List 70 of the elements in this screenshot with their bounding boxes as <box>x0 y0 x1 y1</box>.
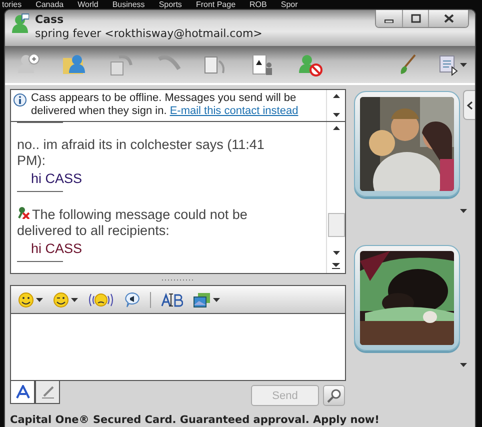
contact-status-icon <box>11 13 29 33</box>
scroll-down-icon <box>332 113 340 117</box>
message-text: hi CASS <box>30 171 84 187</box>
scroll-up-icon <box>332 126 340 130</box>
letter-a-icon <box>16 385 30 399</box>
delivery-error-notice: The following message could not be delivered to all recipients: <box>17 206 248 239</box>
failed-delivery-icon <box>17 206 30 219</box>
paintbrush-icon <box>399 52 417 77</box>
picture-menu-button[interactable] <box>460 209 467 213</box>
bookmark-link[interactable]: Canada <box>36 0 64 9</box>
image-icon <box>193 292 211 308</box>
scroll-down-icon <box>332 251 340 255</box>
picture-menu-button[interactable] <box>460 363 467 367</box>
block-button[interactable] <box>297 52 323 77</box>
background-button[interactable] <box>399 52 417 77</box>
text-cursor-icon <box>161 292 183 308</box>
splitter-handle[interactable] <box>162 278 194 280</box>
advertisement-text[interactable]: Capital One® Secured Card. Guaranteed approval. Apply now! <box>10 413 380 427</box>
shaking-smiley-icon <box>88 292 114 308</box>
scroll-thumb[interactable] <box>328 213 344 237</box>
bookmark-link[interactable]: Front Page <box>196 0 236 9</box>
handwriting-tab[interactable] <box>35 381 60 404</box>
nudge-button[interactable] <box>88 292 114 308</box>
bookmark-link[interactable]: Business <box>112 0 145 9</box>
winking-smiley-icon <box>53 292 69 308</box>
wink-button[interactable] <box>53 292 78 308</box>
pencil-icon <box>40 385 54 399</box>
background-image-button[interactable] <box>193 292 220 308</box>
bookmark-link[interactable]: Spor <box>280 0 298 9</box>
caret-icon <box>460 209 467 213</box>
collapse-button[interactable] <box>463 90 475 120</box>
scroll-up-icon <box>332 94 340 98</box>
contact-status: spring fever <rokthisway@hotmail.com> <box>35 27 264 41</box>
message-input[interactable] <box>11 314 345 380</box>
font-button[interactable] <box>161 292 183 308</box>
smiley-icon <box>18 292 34 308</box>
search-icon <box>327 388 341 402</box>
bookmark-link[interactable]: Sports <box>158 0 182 9</box>
caret-icon <box>36 298 43 302</box>
info-icon <box>13 93 27 107</box>
maximize-button[interactable] <box>402 10 428 27</box>
search-button[interactable] <box>323 385 345 406</box>
menu-button[interactable] <box>438 52 467 77</box>
bookmark-link[interactable]: ROB <box>250 0 267 9</box>
caret-icon <box>213 298 220 302</box>
maximize-icon <box>410 14 420 23</box>
display-picture-frame[interactable] <box>354 91 460 197</box>
emoticon-button[interactable] <box>18 292 43 308</box>
voice-clip-button[interactable] <box>124 292 140 308</box>
bookmark-link[interactable]: tories <box>2 0 22 9</box>
window-menu-icon <box>438 52 458 77</box>
bookmark-link[interactable]: World <box>78 0 98 9</box>
sender-line: no.. im afraid its in colchester says (11:41 PM): <box>17 137 266 169</box>
scroll-end-icon <box>332 263 340 269</box>
display-picture-frame[interactable] <box>354 245 460 351</box>
text-tab[interactable] <box>10 381 35 404</box>
close-button[interactable] <box>428 10 468 27</box>
caret-icon <box>71 298 78 302</box>
offline-notice: Cass appears to be offline. Messages you send will be delivered when they sign in. E-mail this contact instead <box>30 91 300 118</box>
chevron-icon <box>466 100 472 110</box>
person-block-icon <box>297 52 323 77</box>
message-text: hi CASS <box>30 241 84 257</box>
contact-name: Cass <box>35 13 65 27</box>
folder-people-icon <box>62 52 88 77</box>
caret-icon <box>460 62 467 67</box>
close-icon <box>444 14 454 23</box>
minimize-button[interactable] <box>376 10 402 27</box>
speech-bubble-icon <box>124 292 140 308</box>
email-contact-link[interactable]: E-mail this contact instead <box>170 104 298 116</box>
caret-icon <box>460 363 467 367</box>
